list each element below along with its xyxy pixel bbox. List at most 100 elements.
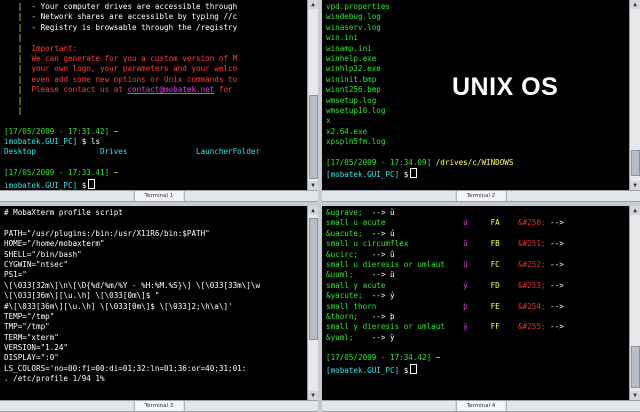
prompt-time: [17/05/2009 - 17:34.09]	[326, 157, 432, 167]
script-line: TERM="xterm"	[4, 333, 304, 343]
text-line: - Your computer drives are accessible th…	[31, 2, 238, 11]
file-name: wmsetup.log	[326, 95, 377, 105]
scroll-down-icon[interactable]: ▼	[308, 391, 318, 400]
entity-row: &ugrave; --> ù	[326, 208, 626, 218]
contact-link[interactable]: contact@mobatek.net	[127, 85, 214, 94]
tab-terminal-3[interactable]: Terminal 3	[133, 401, 185, 411]
scroll-down-icon[interactable]: ▼	[630, 181, 640, 190]
entity-mark: þ	[463, 301, 491, 311]
scroll-up-icon[interactable]: ▲	[630, 0, 640, 9]
scroll-thumb[interactable]	[631, 346, 640, 388]
entity-row: &thorn; --> þ	[326, 312, 626, 322]
terminal-3-scrollbar[interactable]: ▲ ▼	[307, 206, 318, 400]
text-line: Please contact us at	[31, 85, 128, 95]
scroll-down-icon[interactable]: ▼	[630, 391, 640, 400]
terminal-1-tabbar: Terminal 1	[0, 190, 318, 202]
script-line: PATH="/usr/plugins:/bin:/usr/X11R6/bin:$…	[4, 229, 304, 239]
entity-row: &uacute; --> ú	[326, 229, 626, 239]
tab-terminal-1[interactable]: Terminal 1	[133, 191, 185, 201]
terminal-1-pane[interactable]: | - Your computer drives are accessible …	[0, 0, 318, 190]
cursor-icon	[88, 178, 96, 189]
file-name: vpd.properties	[326, 2, 391, 11]
script-text: VERSION="1.24"	[4, 343, 69, 353]
prompt-line: [mobatek.GUI_PC] $	[326, 363, 626, 375]
script-line: PS1="	[4, 270, 304, 280]
terminal-text: ~	[431, 353, 441, 363]
file-name: wmsetup10.log	[326, 105, 386, 115]
arrow-text: -->	[371, 228, 391, 238]
entity-hex: FC	[490, 259, 519, 269]
terminal-2-scrollbar[interactable]: ▲ ▼	[629, 0, 640, 190]
prompt-cmd: $	[77, 180, 87, 190]
terminal-4-pane[interactable]: &ugrave; --> ù small u acute ú FA &#250; …	[322, 206, 640, 400]
terminal-1-output[interactable]: | - Your computer drives are accessible …	[0, 0, 308, 190]
entity-desc: small thorn	[326, 301, 464, 311]
terminal-text: ~	[109, 168, 119, 178]
file-item: vpd.properties	[326, 2, 626, 12]
file-name: x2.64.exe	[326, 126, 368, 136]
entity-name: &uuml;	[326, 270, 372, 280]
terminal-4-tabbar: Terminal 4	[322, 400, 640, 412]
script-text: \[\033[32m\]\n\[\D{%d/%m/%Y - %H:%M.%S}\…	[4, 280, 261, 290]
script-line: TEMP="/tmp"	[4, 312, 304, 322]
terminal-3-output[interactable]: # MobaXterm profile script PATH="/usr/plu…	[0, 206, 308, 400]
script-text: DISPLAY=":0"	[4, 353, 59, 363]
entity-row: small thorn þ FE &#254; -->	[326, 302, 626, 312]
line-border: |	[4, 33, 32, 43]
entity-code: &#252;	[518, 259, 551, 269]
entity-mark: ü	[463, 259, 491, 269]
file-item: windebug.log	[326, 12, 626, 22]
ls-item: Desktop	[4, 147, 101, 157]
ls-item: Drives	[100, 147, 197, 157]
terminal-1-scrollbar[interactable]: ▲ ▼	[307, 0, 318, 190]
scroll-up-icon[interactable]: ▲	[308, 206, 318, 215]
scroll-thumb[interactable]	[631, 150, 640, 176]
file-name: winhelp.exe	[326, 53, 377, 63]
script-line: CYGWIN="ntsec"	[4, 260, 304, 270]
entity-row: &uuml; --> ü	[326, 270, 626, 280]
scroll-thumb[interactable]	[309, 218, 318, 340]
tab-terminal-4[interactable]: Terminal 4	[455, 401, 507, 411]
scroll-up-icon[interactable]: ▲	[630, 206, 640, 215]
line-border: |	[4, 2, 32, 11]
entity-glyph: ÿ	[390, 332, 395, 342]
prompt-time: [17/05/2009 - 17:33.41]	[4, 168, 110, 178]
script-text: CYGWIN="ntsec"	[4, 259, 69, 269]
line-border: |	[4, 22, 32, 32]
script-line	[4, 218, 304, 228]
terminal-text: ~	[109, 126, 119, 136]
scroll-up-icon[interactable]: ▲	[308, 0, 318, 9]
entity-mark: ÿ	[463, 322, 491, 332]
file-item: x	[326, 116, 626, 126]
script-line: LS_COLORS='no=00:fi=00:di=01;32:ln=01;36…	[4, 364, 304, 374]
unix-os-label: UNIX OS	[452, 73, 559, 101]
entity-hex: FE	[490, 301, 519, 311]
script-line: TMP="/tmp"	[4, 322, 304, 332]
cursor-icon	[410, 363, 418, 374]
terminal-3-pane[interactable]: # MobaXterm profile script PATH="/usr/plu…	[0, 206, 318, 400]
entity-desc: small y acute	[326, 280, 464, 290]
tab-terminal-2[interactable]: Terminal 2	[455, 191, 507, 201]
prompt-cmd: $ ls	[77, 137, 101, 147]
file-name: winhlp32.exe	[326, 64, 381, 74]
script-text: \[\033[36m\][\u.\h] \[\033[0m\]$ "	[4, 291, 160, 301]
prompt-cmd: $	[399, 170, 409, 180]
arrow-text: -->	[550, 322, 564, 332]
terminal-4-output[interactable]: &ugrave; --> ù small u acute ú FA &#250; …	[322, 206, 630, 400]
text-line: We can generate for you a custom version…	[31, 53, 238, 63]
scroll-thumb[interactable]	[309, 95, 318, 179]
cursor-icon	[410, 168, 418, 179]
prompt-user: imobatek.GUI_PC]	[4, 137, 78, 147]
script-line: VERSION="1.24"	[4, 343, 304, 353]
script-text: LS_COLORS='no=00:fi=00:di=01;32:ln=01;36…	[4, 363, 247, 373]
terminal-4-scrollbar[interactable]: ▲ ▼	[629, 206, 640, 400]
script-text: . /etc/profile 1/94 1%	[4, 374, 105, 384]
script-line: HOME="/home/mobaxterm"	[4, 239, 304, 249]
arrow-text: -->	[371, 311, 391, 321]
entity-code: &#251;	[518, 239, 551, 249]
scroll-down-icon[interactable]: ▼	[308, 181, 318, 190]
arrow-text: -->	[550, 239, 564, 249]
arrow-text: -->	[371, 291, 391, 301]
